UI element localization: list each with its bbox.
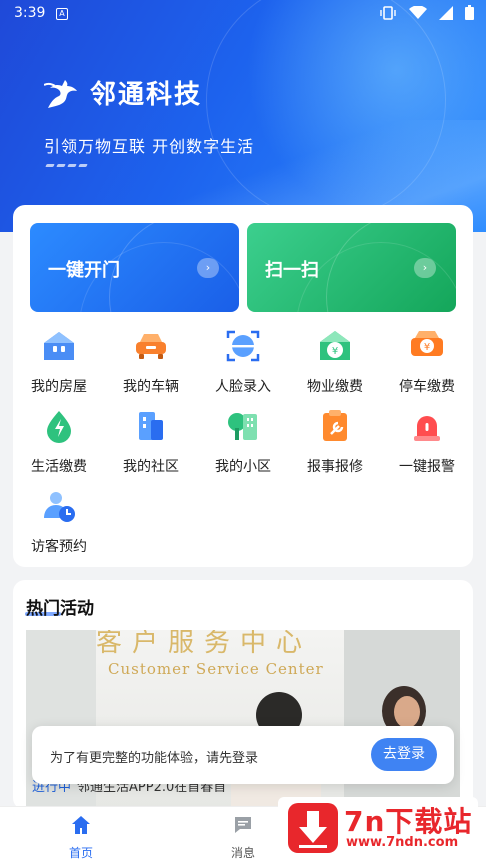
alarm-icon (414, 416, 440, 441)
visitor-icon (44, 492, 75, 522)
service-repair[interactable]: 报事报修 (289, 408, 381, 476)
estate-icon (228, 413, 257, 440)
service-label: 停车缴费 (399, 379, 455, 395)
banner-sign-en: Customer Service Center (108, 660, 324, 678)
status-time: 3:39 (14, 5, 46, 21)
service-label: 报事报修 (307, 459, 363, 475)
parking-fee-icon: ¥ (411, 331, 443, 356)
signal-icon (439, 5, 453, 20)
status-bar: 3:39 A (0, 0, 486, 28)
chevron-right-icon: › (197, 258, 219, 278)
message-icon (235, 817, 251, 833)
notification-a-icon: A (56, 8, 68, 20)
service-property-fee[interactable]: ¥ 物业缴费 (289, 328, 381, 396)
service-visitor-booking[interactable]: 访客预约 (13, 488, 105, 556)
service-label: 我的社区 (123, 459, 179, 475)
vibrate-icon (380, 5, 396, 20)
face-scan-icon (226, 330, 260, 362)
one-key-open-door-button[interactable]: 一键开门 › (30, 223, 239, 312)
service-label: 生活缴费 (31, 459, 87, 475)
home-icon (72, 816, 90, 834)
brand-logo: 邻通科技 (44, 74, 202, 111)
service-my-car[interactable]: 我的车辆 (105, 328, 197, 396)
service-my-estate[interactable]: 我的小区 (197, 408, 289, 476)
service-label: 我的车辆 (123, 379, 179, 395)
service-label: 我的小区 (215, 459, 271, 475)
go-login-button[interactable]: 去登录 (371, 738, 437, 771)
service-label: 一键报警 (399, 459, 455, 475)
utility-fee-icon (47, 411, 71, 443)
service-label: 物业缴费 (307, 379, 363, 395)
watermark: 7n下载站 www.7ndn.com (278, 797, 478, 859)
services-card: 一键开门 › 扫一扫 › 我的房屋 我的车辆 人脸录入 ¥ 物业缴费 ¥ 停车缴… (13, 205, 473, 567)
tab-messages[interactable]: 消息 (213, 815, 273, 861)
service-label: 我的房屋 (31, 379, 87, 395)
service-face-entry[interactable]: 人脸录入 (197, 328, 289, 396)
hot-activities-title: 热门活动 (26, 599, 94, 619)
tab-home[interactable]: 首页 (51, 815, 111, 861)
scan-label: 扫一扫 (265, 260, 319, 281)
brand-name: 邻通科技 (90, 80, 203, 110)
service-label: 访客预约 (31, 539, 87, 555)
service-label: 人脸录入 (215, 379, 271, 395)
svg-text:¥: ¥ (332, 346, 338, 357)
svg-text:¥: ¥ (424, 342, 430, 353)
service-parking-fee[interactable]: ¥ 停车缴费 (381, 328, 473, 396)
banner-sign-cn: 客户服务中心 (96, 630, 313, 658)
brand-slogan: 引领万物互联 开创数字生活 (44, 137, 255, 156)
chevron-right-icon: › (414, 258, 436, 278)
watermark-text: 7n下载站 (344, 805, 473, 838)
header-banner (0, 0, 486, 232)
watermark-url: www.7ndn.com (346, 835, 459, 850)
scan-button[interactable]: 扫一扫 › (247, 223, 456, 312)
property-fee-icon: ¥ (320, 331, 350, 360)
service-one-key-alarm[interactable]: 一键报警 (381, 408, 473, 476)
service-my-community[interactable]: 我的社区 (105, 408, 197, 476)
house-icon (44, 332, 74, 360)
battery-icon (465, 5, 474, 20)
wifi-icon (409, 5, 427, 19)
slogan-decoration (45, 164, 88, 167)
login-prompt: 为了有更完整的功能体验，请先登录 去登录 (32, 726, 454, 784)
repair-icon (323, 410, 347, 441)
service-utility-fee[interactable]: 生活缴费 (13, 408, 105, 476)
deer-logo-icon (44, 79, 77, 108)
car-icon (136, 334, 166, 359)
community-icon (139, 412, 163, 440)
tab-messages-label: 消息 (230, 846, 255, 860)
download-logo-icon (288, 803, 338, 853)
open-door-label: 一键开门 (48, 260, 120, 281)
service-my-house[interactable]: 我的房屋 (13, 328, 105, 396)
tab-home-label: 首页 (68, 846, 93, 860)
login-prompt-message: 为了有更完整的功能体验，请先登录 (50, 751, 259, 766)
